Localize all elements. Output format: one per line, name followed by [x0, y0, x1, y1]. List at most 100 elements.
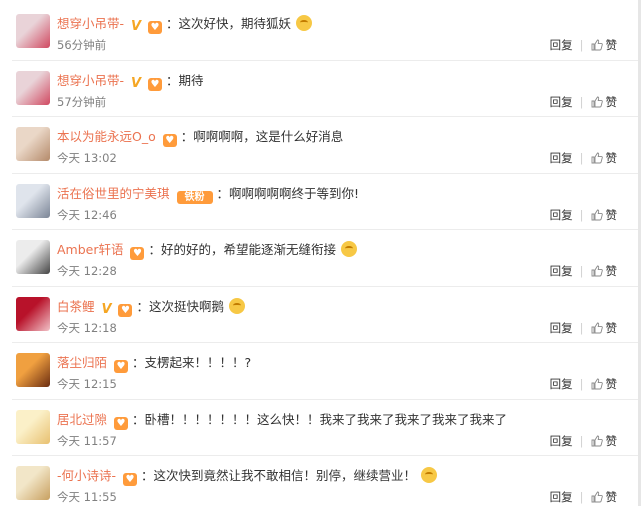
fox-emoji-icon: [295, 15, 312, 31]
verified-v-icon: V: [101, 301, 112, 317]
verified-v-icon: V: [131, 19, 142, 34]
comment-line: -何小诗诗- ♥ ：这次快到竟然让我不敢相信！别停，继续营业！: [57, 465, 437, 486]
comment-time: 今天 12:18: [57, 320, 117, 335]
thumbs-up-icon[interactable]: [591, 152, 603, 164]
comment-panel: 想穿小吊带- V ♥ ：这次好快，期待狐妖 56分钟前 回复 | 赞 想穿小吊带- …: [0, 0, 641, 506]
like-button[interactable]: 赞: [606, 38, 618, 52]
comment-actions: 回复 | 赞: [550, 94, 617, 110]
like-button[interactable]: 赞: [606, 321, 618, 335]
avatar[interactable]: [16, 183, 50, 218]
like-button[interactable]: 赞: [606, 95, 618, 109]
comment-text: ：期待: [165, 72, 204, 88]
reply-button[interactable]: 回复: [550, 38, 573, 52]
user-name-link[interactable]: 想穿小吊带-: [57, 73, 124, 88]
user-name-link[interactable]: 想穿小吊带-: [57, 16, 124, 31]
comment-item: 本以为能永远O_o ♥ ：啊啊啊啊，这是什么好消息 今天 13:02 回复 | 赞: [12, 117, 641, 174]
comment-actions: 回复 | 赞: [550, 263, 617, 279]
thumbs-up-icon[interactable]: [591, 265, 603, 277]
comment-text: ：啊啊啊啊啊终于等到你!: [216, 185, 359, 201]
thumbs-up-icon[interactable]: [591, 491, 603, 503]
divider: |: [579, 151, 584, 165]
comment-line: 想穿小吊带- V ♥ ：期待: [57, 70, 203, 91]
like-button[interactable]: 赞: [606, 377, 618, 391]
thumbs-up-icon[interactable]: [591, 378, 603, 390]
reply-button[interactable]: 回复: [550, 321, 573, 335]
thumbs-up-icon[interactable]: [591, 96, 603, 108]
comment-text: ：支楞起来！！！！?: [131, 355, 252, 370]
fan-badge-icon[interactable]: 铁粉: [176, 190, 213, 204]
reply-button[interactable]: 回复: [550, 151, 573, 165]
comment-item: Amber轩语 ♥ ：好的好的，希望能逐渐无缝衔接 今天 12:28 回复 | 赞: [12, 230, 641, 287]
avatar[interactable]: [16, 466, 50, 500]
comment-line: 居北过隙 ♥ ：卧槽！！！！！！！这么快！！我来了我来了我来了我来了我来了: [57, 409, 507, 430]
reply-button[interactable]: 回复: [550, 208, 573, 222]
user-name-link[interactable]: 活在俗世里的宁美琪: [57, 186, 170, 201]
fan-badge-icon[interactable]: ♥: [123, 473, 138, 486]
avatar[interactable]: [16, 353, 50, 387]
comment-actions: 回复 | 赞: [550, 320, 617, 336]
comment-text: ：这次好快，期待狐妖: [165, 16, 291, 31]
comment-list: 想穿小吊带- V ♥ ：这次好快，期待狐妖 56分钟前 回复 | 赞 想穿小吊带- …: [12, 4, 641, 506]
comment-time: 56分钟前: [57, 38, 107, 52]
like-button[interactable]: 赞: [606, 264, 618, 278]
comment-time: 今天 13:02: [57, 151, 117, 165]
avatar[interactable]: [16, 70, 50, 105]
comment-item: 想穿小吊带- V ♥ ：期待 57分钟前 回复 | 赞: [12, 61, 641, 117]
user-name-link[interactable]: 居北过隙: [57, 412, 107, 427]
thumbs-up-icon[interactable]: [591, 322, 603, 334]
fan-badge-icon[interactable]: ♥: [147, 77, 162, 91]
reply-button[interactable]: 回复: [550, 434, 573, 448]
comment-actions: 回复 | 赞: [550, 489, 617, 505]
fan-badge-icon[interactable]: ♥: [114, 416, 128, 430]
thumbs-up-icon[interactable]: [591, 39, 603, 51]
avatar[interactable]: [16, 127, 50, 161]
reply-button[interactable]: 回复: [550, 490, 573, 504]
divider: |: [579, 207, 584, 222]
user-name-link[interactable]: 本以为能永远O_o: [57, 129, 156, 144]
comment-text: ：啊啊啊啊，这是什么好消息: [180, 129, 344, 144]
fan-badge-icon[interactable]: ♥: [118, 303, 133, 317]
divider: |: [579, 264, 584, 278]
divider: |: [579, 94, 584, 109]
comment-actions: 回复 | 赞: [550, 433, 617, 449]
divider: |: [579, 377, 584, 391]
comment-actions: 回复 | 赞: [550, 150, 617, 166]
cry-emoji-icon: [421, 467, 437, 483]
avatar[interactable]: [16, 296, 50, 331]
comment-time: 今天 12:46: [57, 207, 117, 222]
user-name-link[interactable]: 落尘归陌: [57, 355, 107, 370]
comment-item: 想穿小吊带- V ♥ ：这次好快，期待狐妖 56分钟前 回复 | 赞: [12, 4, 641, 61]
reply-button[interactable]: 回复: [550, 95, 573, 109]
comment-time: 57分钟前: [57, 94, 107, 109]
divider: |: [579, 490, 584, 504]
avatar[interactable]: [16, 240, 50, 274]
reply-button[interactable]: 回复: [550, 264, 573, 278]
reply-button[interactable]: 回复: [550, 377, 573, 391]
comment-text: ：这次挺快啊鹅: [136, 298, 224, 314]
comment-line: Amber轩语 ♥ ：好的好的，希望能逐渐无缝衔接: [57, 239, 357, 260]
comment-line: 落尘归陌 ♥ ：支楞起来！！！！?: [57, 352, 251, 373]
shock-emoji-icon: [228, 297, 245, 314]
like-button[interactable]: 赞: [606, 434, 618, 448]
thumbs-up-icon[interactable]: [591, 209, 603, 221]
divider: |: [579, 433, 584, 448]
fan-badge-icon[interactable]: ♥: [130, 247, 145, 260]
avatar[interactable]: [16, 14, 50, 48]
thumbs-up-icon[interactable]: [591, 435, 603, 447]
user-name-link[interactable]: -何小诗诗-: [57, 468, 116, 483]
like-button[interactable]: 赞: [606, 151, 618, 165]
comment-text: ：这次快到竟然让我不敢相信！别停，继续营业！: [141, 468, 417, 483]
fan-badge-icon[interactable]: ♥: [162, 134, 177, 147]
avatar[interactable]: [16, 409, 50, 444]
comment-line: 本以为能永远O_o ♥ ：啊啊啊啊，这是什么好消息: [57, 126, 343, 147]
like-button[interactable]: 赞: [606, 490, 618, 504]
fan-badge-icon[interactable]: ♥: [114, 360, 128, 373]
comment-line: 活在俗世里的宁美琪 铁粉 ：啊啊啊啊啊终于等到你!: [57, 183, 359, 204]
like-button[interactable]: 赞: [606, 208, 618, 222]
divider: |: [579, 320, 584, 335]
user-name-link[interactable]: Amber轩语: [57, 242, 124, 257]
comment-actions: 回复 | 赞: [550, 376, 617, 392]
fan-badge-icon[interactable]: ♥: [147, 21, 162, 34]
user-name-link[interactable]: 白茶鲤: [57, 299, 95, 314]
comment-item: 居北过隙 ♥ ：卧槽！！！！！！！这么快！！我来了我来了我来了我来了我来了 今天…: [12, 400, 641, 456]
